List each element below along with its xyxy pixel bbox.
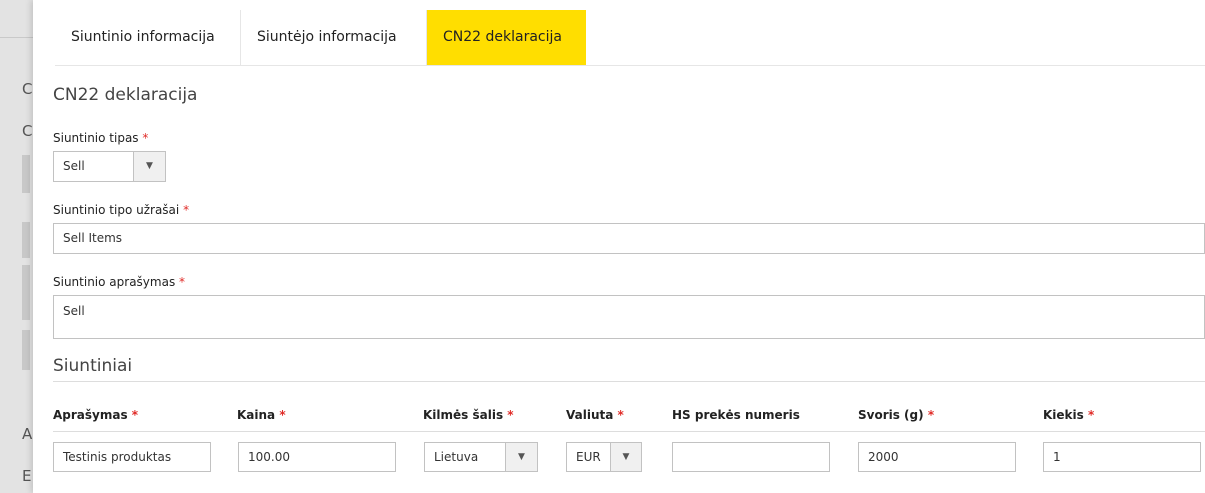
required-mark: * xyxy=(179,275,186,289)
required-mark: * xyxy=(183,203,190,217)
header-text: Kiekis xyxy=(1043,408,1084,422)
select-value: Lietuva xyxy=(434,450,479,464)
header-text: Kaina xyxy=(237,408,276,422)
parcel-quantity-input[interactable]: 1 xyxy=(1043,442,1201,472)
header-text: Svoris (g) xyxy=(858,408,924,422)
required-mark: * xyxy=(1087,408,1095,422)
background-text: C xyxy=(22,122,33,140)
column-header-weight: Svoris (g) * xyxy=(858,408,934,422)
column-header-hs-number: HS prekės numeris xyxy=(672,408,800,422)
required-mark: * xyxy=(279,408,286,422)
tab-sender-info[interactable]: Siuntėjo informacija xyxy=(241,10,427,65)
required-mark: * xyxy=(507,408,514,422)
background-field xyxy=(22,265,30,320)
parcel-currency-select[interactable]: EUR ▼ xyxy=(566,442,642,472)
chevron-down-icon[interactable]: ▼ xyxy=(610,443,641,471)
background-text: C xyxy=(22,80,33,98)
header-text: HS prekės numeris xyxy=(672,408,800,422)
background-text: E xyxy=(22,467,32,485)
parcel-country-select[interactable]: Lietuva ▼ xyxy=(424,442,538,472)
shipment-description-label: Siuntinio aprašymas * xyxy=(53,275,185,289)
column-header-country: Kilmės šalis * xyxy=(423,408,514,422)
required-mark: * xyxy=(617,408,624,422)
parcel-description-input[interactable]: Testinis produktas xyxy=(53,442,211,472)
chevron-down-icon[interactable]: ▼ xyxy=(133,152,165,181)
parcel-weight-input[interactable]: 2000 xyxy=(858,442,1016,472)
header-text: Valiuta xyxy=(566,408,614,422)
parcels-title: Siuntiniai xyxy=(53,356,133,376)
label-text: Siuntinio tipo užrašai xyxy=(53,203,180,217)
shipment-description-textarea[interactable]: Sell xyxy=(53,295,1205,339)
tab-bar: Siuntinio informacija Siuntėjo informaci… xyxy=(55,10,1205,66)
shipment-type-select[interactable]: Sell ▼ xyxy=(53,151,166,182)
background-field xyxy=(22,330,30,370)
select-value: EUR xyxy=(576,450,601,464)
column-header-price: Kaina * xyxy=(237,408,286,422)
label-text: Siuntinio tipas xyxy=(53,131,139,145)
column-header-description: Aprašymas * xyxy=(53,408,138,422)
column-header-quantity: Kiekis * xyxy=(1043,408,1094,422)
required-mark: * xyxy=(131,408,139,422)
parcel-price-input[interactable]: 100.00 xyxy=(238,442,396,472)
chevron-down-icon[interactable]: ▼ xyxy=(505,443,537,471)
background-field xyxy=(22,155,30,193)
section-title: CN22 deklaracija xyxy=(53,85,198,105)
divider xyxy=(53,431,1205,432)
column-header-currency: Valiuta * xyxy=(566,408,624,422)
divider xyxy=(53,381,1205,382)
required-mark: * xyxy=(142,131,149,145)
label-text: Siuntinio aprašymas xyxy=(53,275,176,289)
select-value: Sell xyxy=(63,159,85,173)
background-text: A xyxy=(22,425,33,443)
shipment-notes-label: Siuntinio tipo užrašai * xyxy=(53,203,189,217)
background-field xyxy=(22,222,30,258)
shipment-type-label: Siuntinio tipas * xyxy=(53,131,148,145)
required-mark: * xyxy=(927,408,935,422)
tab-shipment-info[interactable]: Siuntinio informacija xyxy=(55,10,241,65)
header-text: Aprašymas xyxy=(53,408,128,422)
shipment-notes-input[interactable]: Sell Items xyxy=(53,223,1205,254)
header-text: Kilmės šalis xyxy=(423,408,504,422)
parcel-hs-number-input[interactable] xyxy=(672,442,830,472)
shipment-modal: Siuntinio informacija Siuntėjo informaci… xyxy=(33,0,1205,493)
tab-cn22-declaration[interactable]: CN22 deklaracija xyxy=(427,10,586,65)
